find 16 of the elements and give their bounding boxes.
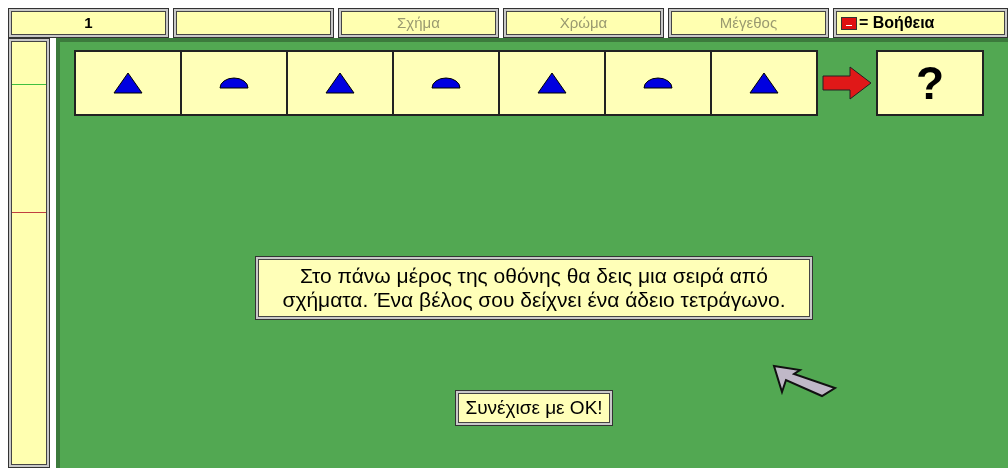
triangle-icon: [749, 72, 779, 94]
help-key-icon: [841, 16, 857, 30]
triangle-icon: [325, 72, 355, 94]
message-box: Στο πάνω μέρος της οθόνης θα δεις μια σειρά από σχήματα. Ένα βέλος σου δείχνει ένα άδειο τετράγωνο.: [255, 256, 813, 320]
answer-tile[interactable]: ?: [876, 50, 984, 116]
end-marker-line: [12, 212, 46, 213]
triangle-icon: [113, 72, 143, 94]
arrow-icon: [822, 66, 872, 100]
help-label: = Βοήθεια: [859, 13, 935, 33]
semicircle-icon: [643, 77, 673, 89]
semicircle-icon: [219, 77, 249, 89]
triangle-icon: [537, 72, 567, 94]
round-number: 1: [8, 8, 169, 38]
start-marker-line: [12, 84, 46, 85]
continue-button[interactable]: Συνέχισε με ΟΚ!: [455, 390, 613, 426]
semicircle-icon: [431, 77, 461, 89]
